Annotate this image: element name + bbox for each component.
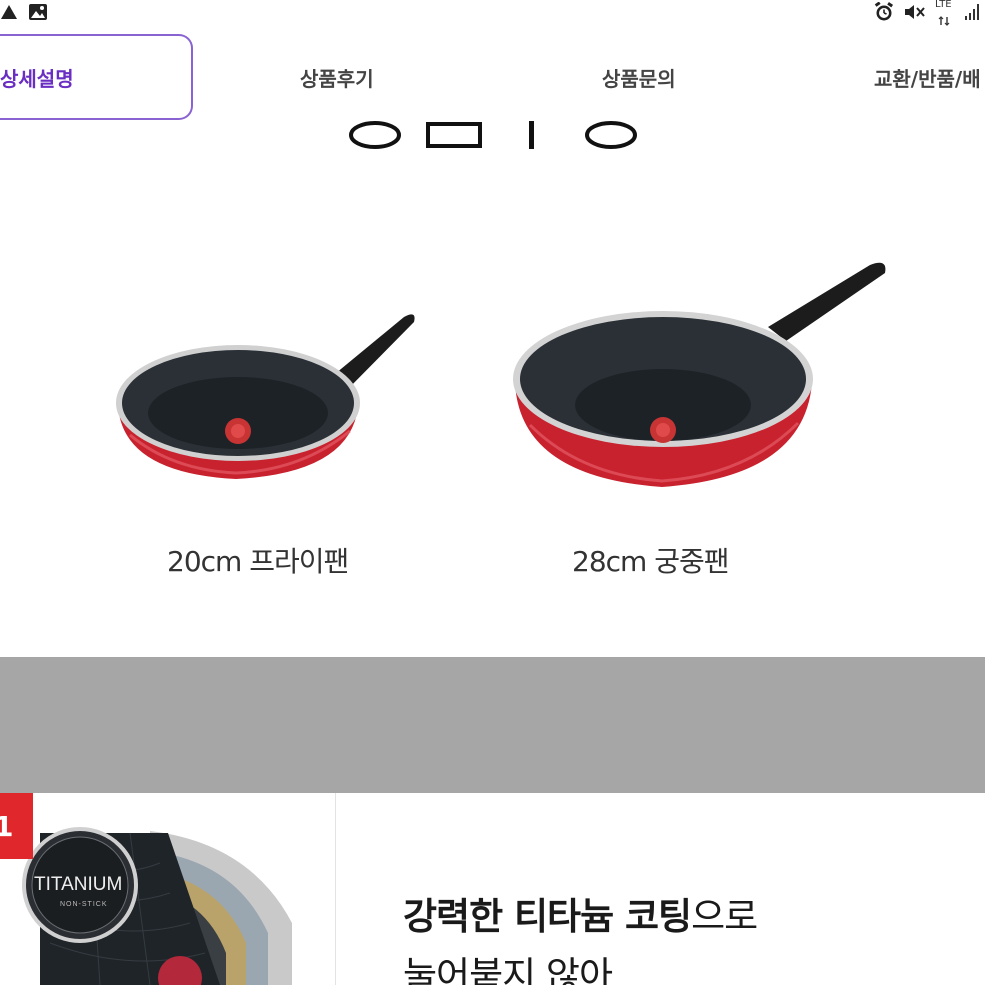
signal-icon [963, 3, 983, 25]
section-heading-partial [340, 115, 650, 155]
titanium-logo-sub: NON-STICK [60, 901, 108, 908]
data-arrows-icon [937, 11, 951, 30]
warning-icon [0, 4, 18, 24]
tab-exchange[interactable]: 교환/반품/배 [874, 34, 981, 120]
alarm-icon [873, 1, 895, 26]
frying-pan-image [112, 305, 422, 490]
feature-number-badge: 1 [0, 793, 33, 859]
titanium-logo-title: TITANIUM [34, 874, 123, 895]
status-bar: LTE [0, 0, 985, 26]
gallery-icon [28, 3, 48, 25]
tab-reviews[interactable]: 상품후기 [300, 34, 374, 120]
detail-tabs: 상세설명 상품후기 상품문의 교환/반품/배 [0, 34, 985, 122]
feature-subline: 눌어붙지 않아 [403, 954, 613, 985]
headline-suffix: 으로 [691, 895, 758, 938]
section-divider-band [0, 657, 985, 793]
feature-headline: 강력한 티타늄 코팅으로 [403, 886, 758, 940]
lte-label: LTE [935, 0, 952, 10]
wok-label: 28cm 궁중팬 [572, 545, 729, 578]
wok-image [510, 255, 895, 495]
frying-pan-label: 20cm 프라이팬 [167, 545, 349, 578]
tab-detail[interactable]: 상세설명 [0, 34, 193, 120]
tab-qna[interactable]: 상품문의 [602, 34, 676, 120]
headline-bold: 강력한 티타늄 코팅 [403, 895, 692, 938]
mute-icon [903, 2, 927, 26]
